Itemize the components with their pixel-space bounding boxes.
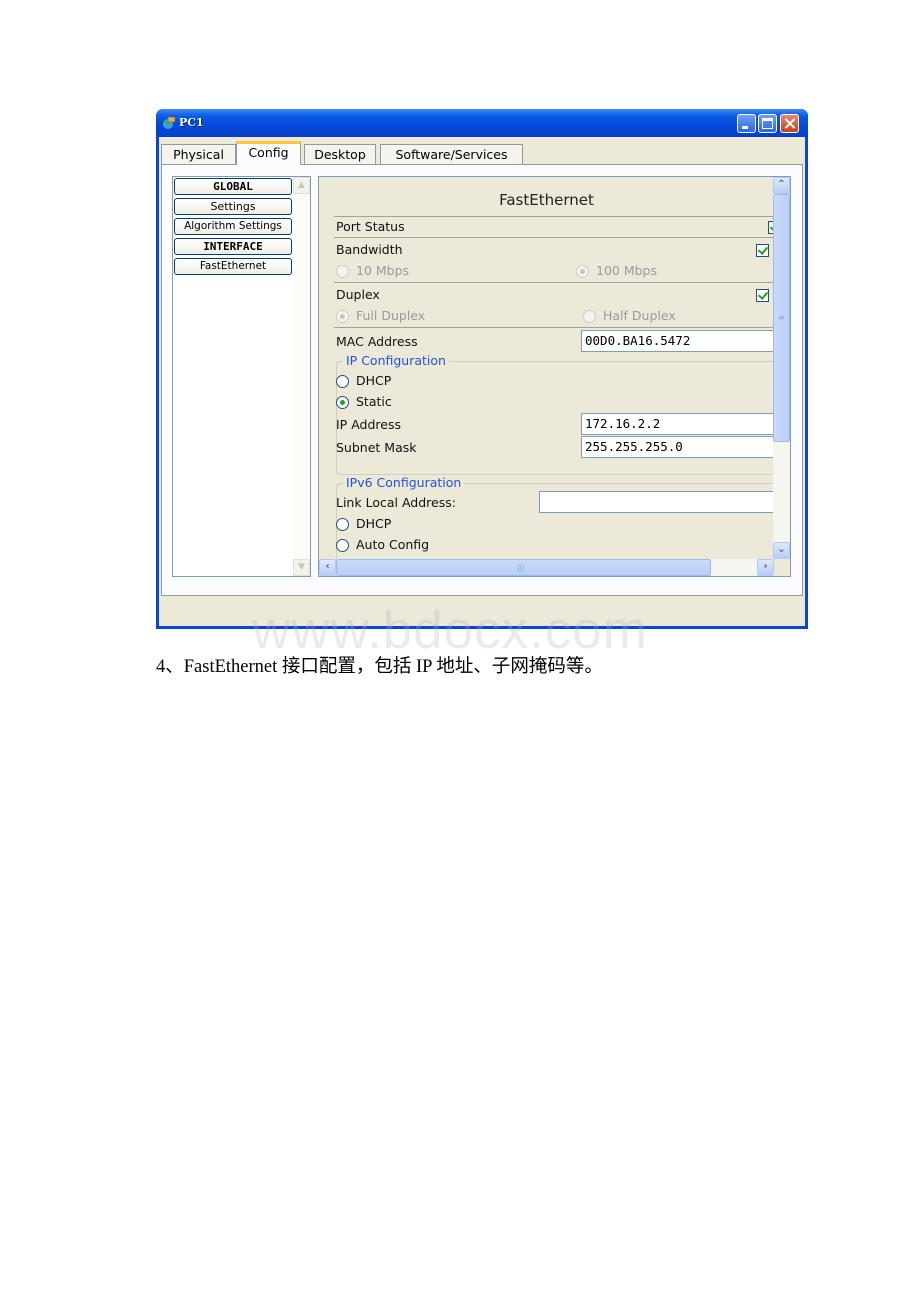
maximize-button[interactable]: [758, 114, 777, 133]
bandwidth-10-label: 10 Mbps: [356, 263, 410, 278]
bandwidth-10-radio[interactable]: [336, 265, 349, 278]
ip-configuration-legend: IP Configuration: [343, 353, 449, 368]
mac-address-field[interactable]: 00D0.BA16.5472: [581, 330, 774, 352]
divider: [334, 327, 774, 328]
sidebar-header-interface[interactable]: INTERFACE: [174, 238, 292, 255]
bandwidth-100-radio[interactable]: [576, 265, 589, 278]
ipv6-dhcp-label: DHCP: [356, 516, 392, 531]
duplex-auto-checkbox[interactable]: [756, 289, 769, 302]
mac-address-label: MAC Address: [336, 334, 418, 349]
close-button[interactable]: [780, 114, 799, 133]
port-status-label: Port Status: [336, 219, 405, 234]
ip-static-radio[interactable]: [336, 396, 349, 409]
window-title: PC1: [179, 116, 204, 129]
scroll-down-arrow-icon[interactable]: ⌄: [773, 542, 790, 559]
half-duplex-radio[interactable]: [583, 310, 596, 323]
duplex-label: Duplex: [336, 287, 380, 302]
bandwidth-label: Bandwidth: [336, 242, 403, 257]
ip-address-label: IP Address: [336, 417, 401, 432]
divider: [334, 282, 774, 283]
panel-title: FastEthernet: [499, 191, 594, 209]
sidebar-item-settings[interactable]: Settings: [174, 198, 292, 215]
sidebar-item-fastethernet[interactable]: FastEthernet: [174, 258, 292, 275]
scroll-right-arrow-icon[interactable]: ›: [757, 559, 774, 576]
link-local-address-field[interactable]: [539, 491, 774, 513]
window-client: Physical Config Desktop Software/Service…: [159, 137, 805, 626]
horizontal-scrollbar[interactable]: ‹ ||| ›: [319, 559, 774, 576]
title-bar[interactable]: PC1: [156, 109, 808, 137]
pc1-window: PC1 Physical Config Desktop Software/Ser…: [156, 109, 808, 629]
full-duplex-radio[interactable]: [336, 310, 349, 323]
subnet-mask-label: Subnet Mask: [336, 440, 417, 455]
scroll-up-arrow-icon[interactable]: ⌃: [773, 177, 790, 194]
sidebar-header-global[interactable]: GLOBAL: [174, 178, 292, 195]
tab-desktop[interactable]: Desktop: [304, 144, 376, 164]
ip-address-field[interactable]: 172.16.2.2: [581, 413, 774, 435]
tab-software-services[interactable]: Software/Services: [380, 144, 523, 164]
ipv6-configuration-legend: IPv6 Configuration: [343, 475, 465, 490]
horizontal-scroll-thumb[interactable]: |||: [336, 559, 711, 576]
tab-physical[interactable]: Physical: [161, 144, 236, 164]
sidebar-item-algorithm-settings[interactable]: Algorithm Settings: [174, 218, 292, 235]
sidebar-scrollbar[interactable]: ▲ ▼: [293, 177, 310, 576]
tab-config[interactable]: Config: [236, 141, 301, 165]
interface-config-panel: FastEthernet Port Status Bandwidth 10 Mb…: [318, 176, 791, 577]
document-caption: 4、FastEthernet 接口配置，包括 IP 地址、子网掩码等。: [156, 657, 603, 677]
config-sidebar: GLOBAL Settings Algorithm Settings INTER…: [172, 176, 311, 577]
pc-globe-icon: [163, 116, 176, 129]
ip-static-label: Static: [356, 394, 392, 409]
ipv6-dhcp-radio[interactable]: [336, 518, 349, 531]
divider: [334, 237, 774, 238]
scroll-left-arrow-icon[interactable]: ‹: [319, 559, 336, 576]
scroll-down-arrow-icon[interactable]: ▼: [293, 559, 310, 576]
subnet-mask-field[interactable]: 255.255.255.0: [581, 436, 774, 458]
panel-content: FastEthernet Port Status Bandwidth 10 Mb…: [319, 177, 774, 559]
bandwidth-100-label: 100 Mbps: [596, 263, 657, 278]
scroll-up-arrow-icon[interactable]: ▲: [293, 177, 310, 194]
ipv6-auto-config-label: Auto Config: [356, 537, 430, 552]
minimize-button[interactable]: [737, 114, 756, 133]
vertical-scroll-thumb[interactable]: ≡: [773, 194, 790, 442]
full-duplex-label: Full Duplex: [356, 308, 426, 323]
vertical-scrollbar[interactable]: ⌃ ≡ ⌄: [773, 177, 790, 559]
ip-dhcp-label: DHCP: [356, 373, 392, 388]
ipv6-auto-config-radio[interactable]: [336, 539, 349, 552]
half-duplex-label: Half Duplex: [603, 308, 676, 323]
ip-dhcp-radio[interactable]: [336, 375, 349, 388]
bandwidth-auto-checkbox[interactable]: [756, 244, 769, 257]
divider: [334, 216, 774, 217]
link-local-address-label: Link Local Address:: [336, 495, 456, 510]
